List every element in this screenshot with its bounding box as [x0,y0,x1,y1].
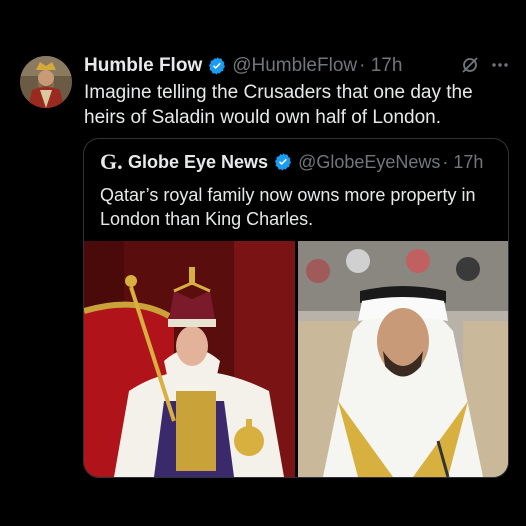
verified-badge-icon [207,56,227,76]
quoted-tweet[interactable]: G. Globe Eye News @GlobeEyeNews · 17h Qa… [83,138,509,478]
author-handle[interactable]: @HumbleFlow [232,55,357,77]
quoted-header: G. Globe Eye News @GlobeEyeNews · 17h [100,151,483,173]
quoted-author-name[interactable]: Globe Eye News [128,152,268,173]
grok-icon[interactable] [460,55,480,75]
verified-badge-icon [273,152,293,172]
tweet[interactable]: Humble Flow @HumbleFlow · 17h Imagine te… [0,0,526,526]
more-icon[interactable] [490,55,510,75]
author-name[interactable]: Humble Flow [84,55,202,77]
tweet-header: Humble Flow @HumbleFlow · 17h [84,53,514,79]
quoted-time[interactable]: · 17h [442,152,483,173]
tweet-actions [460,55,510,75]
tweet-text: Imagine telling the Crusaders that one d… [84,82,473,128]
globe-eye-logo: G. [100,149,123,174]
emir-qatar-photo[interactable] [298,241,508,477]
avatar[interactable] [20,56,72,108]
quoted-author-handle[interactable]: @GlobeEyeNews [298,152,440,173]
king-charles-photo[interactable] [84,241,295,477]
quoted-text: Qatar’s royal family now owns more prope… [100,185,476,229]
tweet-time[interactable]: · 17h [359,55,402,77]
